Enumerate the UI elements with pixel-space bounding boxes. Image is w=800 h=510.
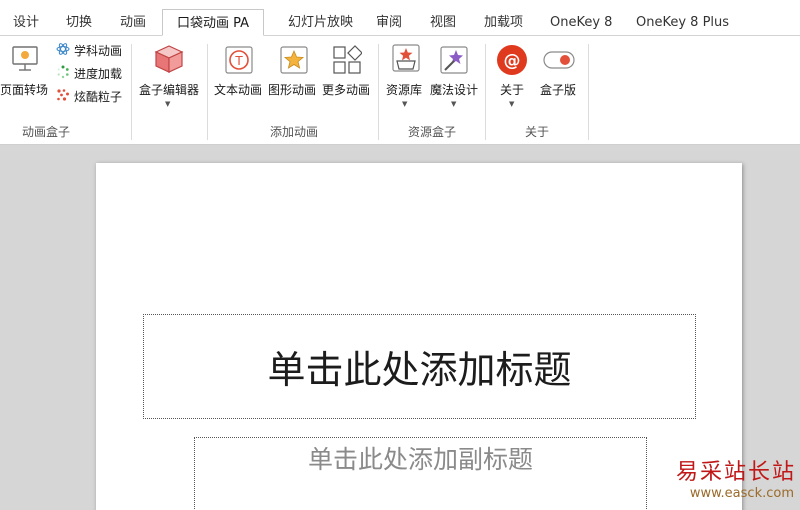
tab-pocket-animation[interactable]: 口袋动画 PA <box>162 9 265 36</box>
page-transition-icon <box>12 46 38 71</box>
title-placeholder[interactable]: 单击此处添加标题 <box>143 314 696 419</box>
group-label-about: 关于 <box>524 125 549 139</box>
tab-addins[interactable]: 加载项 <box>484 9 523 36</box>
tab-onekey8-plus[interactable]: OneKey 8 Plus <box>636 9 729 36</box>
group-divider <box>485 44 486 140</box>
group-divider <box>588 44 589 140</box>
particles-icon <box>57 89 69 101</box>
cube-box-icon <box>154 45 184 73</box>
tab-slideshow[interactable]: 幻灯片放映 <box>288 9 353 36</box>
shape-animation-label: 图形动画 <box>268 83 317 97</box>
ribbon-tab-bar: 设计 切换 动画 口袋动画 PA 幻灯片放映 审阅 视图 加载项 OneKey … <box>0 0 800 36</box>
group-divider <box>207 44 208 140</box>
subtitle-placeholder-text: 单击此处添加副标题 <box>307 445 533 474</box>
more-animation-label: 更多动画 <box>322 83 371 97</box>
tab-transitions[interactable]: 切换 <box>66 9 92 36</box>
about-label: 关于 <box>500 83 525 97</box>
svg-text:T: T <box>234 54 243 68</box>
box-version-label: 盒子版 <box>540 83 577 97</box>
ribbon-panel: 页面转场 学科动画 进度加载 炫酷粒子 盒子编辑器 ▼ 动画盒子 T 文本动画 … <box>0 36 800 145</box>
chevron-down-icon: ▼ <box>451 100 457 108</box>
toggle-switch-icon <box>543 51 575 69</box>
loading-spinner-icon <box>57 65 69 79</box>
progress-load-label: 进度加载 <box>74 67 123 81</box>
shapes-grid-icon <box>333 45 362 74</box>
group-label-animation-box: 动画盒子 <box>21 125 70 139</box>
text-animation-label: 文本动画 <box>214 83 263 97</box>
box-editor-label: 盒子编辑器 <box>139 83 200 97</box>
cool-particles-label: 炫酷粒子 <box>74 90 123 104</box>
watermark-url: www.easck.com <box>689 486 794 501</box>
group-label-resource-box: 资源盒子 <box>407 125 456 139</box>
group-divider <box>131 44 132 140</box>
svg-text:@: @ <box>504 51 521 71</box>
chevron-down-icon: ▼ <box>509 100 515 108</box>
tab-onekey8[interactable]: OneKey 8 <box>550 9 612 36</box>
title-placeholder-text: 单击此处添加标题 <box>267 348 572 392</box>
pocket-logo-icon: @ <box>497 45 527 75</box>
group-divider <box>378 44 379 140</box>
slide: 单击此处添加标题 单击此处添加副标题 <box>96 163 742 510</box>
resource-library-icon <box>392 44 420 72</box>
tab-review[interactable]: 审阅 <box>376 9 402 36</box>
magic-design-label: 魔法设计 <box>430 83 479 97</box>
page-transition-label: 页面转场 <box>0 83 49 97</box>
text-animation-icon: T <box>225 46 253 74</box>
tab-design[interactable]: 设计 <box>13 9 39 36</box>
resource-library-label: 资源库 <box>386 83 423 97</box>
watermark-text: 易采站长站 <box>675 460 796 485</box>
group-label-add-animation: 添加动画 <box>269 125 318 139</box>
chevron-down-icon: ▼ <box>165 100 171 108</box>
subject-animation-label: 学科动画 <box>74 44 123 58</box>
magic-wand-icon <box>440 46 468 74</box>
chevron-down-icon: ▼ <box>402 100 408 108</box>
subtitle-placeholder[interactable]: 单击此处添加副标题 <box>194 437 647 510</box>
shape-animation-icon <box>280 46 308 74</box>
tab-animations[interactable]: 动画 <box>120 9 146 36</box>
atom-icon <box>56 43 70 55</box>
tab-view[interactable]: 视图 <box>430 9 456 36</box>
